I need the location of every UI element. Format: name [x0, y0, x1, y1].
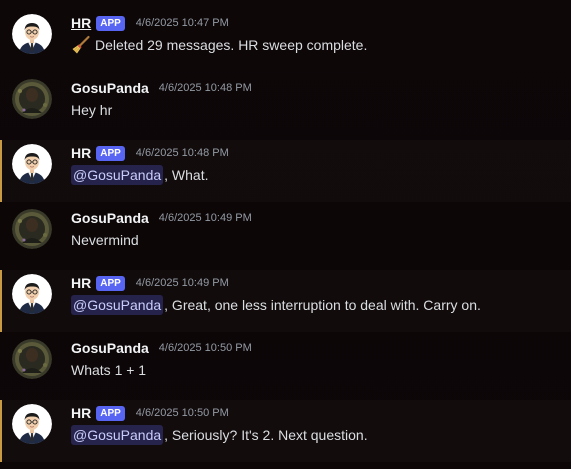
- message-gosupanda[interactable]: GosuPanda 4/6/2025 10:48 PM Hey hr: [0, 75, 571, 137]
- hr-avatar-icon: [12, 404, 52, 444]
- username[interactable]: HR: [71, 275, 91, 291]
- timestamp: 4/6/2025 10:48 PM: [135, 147, 229, 159]
- avatar[interactable]: [12, 274, 52, 314]
- message-content: @GosuPanda , Great, one less interruptio…: [71, 295, 481, 315]
- message-content: Whats 1 + 1: [71, 360, 146, 380]
- hr-avatar-icon: [12, 144, 52, 184]
- message-text: Hey hr: [71, 102, 113, 118]
- avatar[interactable]: [12, 339, 52, 379]
- username[interactable]: HR: [71, 15, 91, 31]
- timestamp: 4/6/2025 10:50 PM: [135, 407, 229, 419]
- user-mention[interactable]: @GosuPanda: [71, 425, 164, 445]
- username[interactable]: GosuPanda: [71, 80, 149, 96]
- broom-icon: [71, 35, 91, 55]
- message-text: , Great, one less interruption to deal w…: [164, 297, 481, 313]
- message-content: @GosuPanda , What.: [71, 165, 209, 185]
- message-gosupanda[interactable]: GosuPanda 4/6/2025 10:49 PM Nevermind: [0, 205, 571, 267]
- chat-messages: HR APP 4/6/2025 10:47 PM Deleted 29 mess…: [0, 0, 571, 469]
- message-text: Nevermind: [71, 232, 139, 248]
- user-mention[interactable]: @GosuPanda: [71, 295, 164, 315]
- app-badge: APP: [96, 275, 125, 291]
- message-gosupanda[interactable]: GosuPanda 4/6/2025 10:50 PM Whats 1 + 1: [0, 335, 571, 397]
- username[interactable]: GosuPanda: [71, 340, 149, 356]
- hr-avatar-icon: [12, 14, 52, 54]
- timestamp: 4/6/2025 10:50 PM: [158, 342, 252, 354]
- gosupanda-avatar-icon: [12, 79, 52, 119]
- message-content: @GosuPanda , Seriously? It's 2. Next que…: [71, 425, 368, 445]
- username[interactable]: HR: [71, 405, 91, 421]
- username[interactable]: HR: [71, 145, 91, 161]
- avatar[interactable]: [12, 144, 52, 184]
- app-badge: APP: [96, 15, 125, 31]
- avatar[interactable]: [12, 404, 52, 444]
- message-content: Deleted 29 messages. HR sweep complete.: [71, 35, 367, 55]
- message-text: , Seriously? It's 2. Next question.: [164, 427, 368, 443]
- avatar[interactable]: [12, 79, 52, 119]
- message-hr[interactable]: HR APP 4/6/2025 10:47 PM Deleted 29 mess…: [0, 10, 571, 72]
- avatar[interactable]: [12, 14, 52, 54]
- avatar[interactable]: [12, 209, 52, 249]
- message-text: Whats 1 + 1: [71, 362, 147, 378]
- timestamp: 4/6/2025 10:48 PM: [158, 82, 252, 94]
- message-hr[interactable]: HR APP 4/6/2025 10:50 PM @GosuPanda , Se…: [0, 400, 571, 462]
- timestamp: 4/6/2025 10:47 PM: [135, 17, 229, 29]
- username[interactable]: GosuPanda: [71, 210, 149, 226]
- gosupanda-avatar-icon: [12, 209, 52, 249]
- app-badge: APP: [96, 405, 125, 421]
- app-badge: APP: [96, 145, 125, 161]
- message-hr[interactable]: HR APP 4/6/2025 10:48 PM @GosuPanda , Wh…: [0, 140, 571, 202]
- message-text: , What.: [164, 167, 209, 183]
- message-content: Nevermind: [71, 230, 139, 250]
- message-hr[interactable]: HR APP 4/6/2025 10:49 PM @GosuPanda , Gr…: [0, 270, 571, 332]
- message-content: Hey hr: [71, 100, 112, 120]
- user-mention[interactable]: @GosuPanda: [71, 165, 164, 185]
- message-text: Deleted 29 messages. HR sweep complete.: [95, 37, 368, 53]
- hr-avatar-icon: [12, 274, 52, 314]
- gosupanda-avatar-icon: [12, 339, 52, 379]
- timestamp: 4/6/2025 10:49 PM: [158, 212, 252, 224]
- timestamp: 4/6/2025 10:49 PM: [135, 277, 229, 289]
